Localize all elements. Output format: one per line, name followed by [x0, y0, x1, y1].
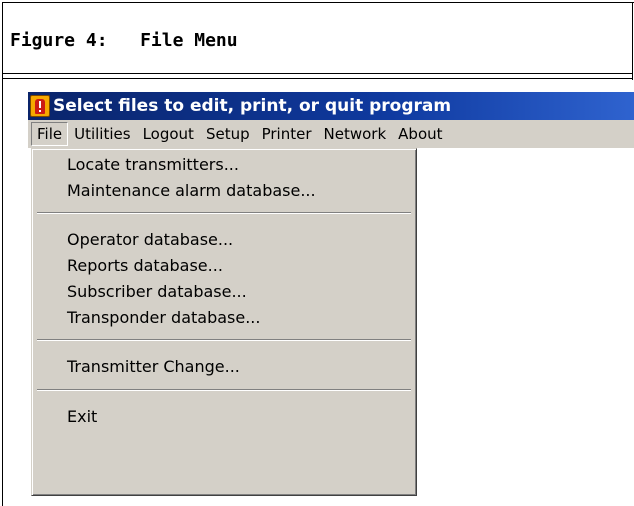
menu-separator [37, 339, 411, 341]
menu-separator [37, 212, 411, 214]
menu-item-locate-transmitters[interactable]: Locate transmitters... [67, 152, 239, 178]
figure-label: Figure 4: [10, 30, 108, 51]
caption-rule [2, 73, 633, 74]
menu-about[interactable]: About [392, 122, 448, 146]
menu-printer[interactable]: Printer [256, 122, 318, 146]
menu-item-exit[interactable]: Exit [67, 404, 97, 430]
figure-title: File Menu [140, 30, 238, 51]
window-titlebar: Select files to edit, print, or quit pro… [28, 92, 634, 120]
figure-caption: Figure 4: File Menu [10, 30, 238, 51]
menu-item-reports-database[interactable]: Reports database... [67, 253, 223, 279]
menu-network[interactable]: Network [318, 122, 393, 146]
menu-item-operator-database[interactable]: Operator database... [67, 227, 233, 253]
menu-logout[interactable]: Logout [137, 122, 200, 146]
menu-file[interactable]: File [31, 122, 69, 146]
menu-setup[interactable]: Setup [200, 122, 256, 146]
menu-bar: File Utilities Logout Setup Printer Netw… [28, 120, 634, 148]
menu-item-subscriber-database[interactable]: Subscriber database... [67, 279, 247, 305]
window-title: Select files to edit, print, or quit pro… [53, 96, 452, 116]
alarm-app-icon[interactable] [30, 95, 50, 117]
menu-item-transmitter-change[interactable]: Transmitter Change... [67, 354, 240, 380]
document-figure-frame: Figure 4: File Menu Select files to edit… [0, 0, 634, 506]
menu-separator [37, 389, 411, 391]
file-menu-dropdown: Locate transmitters... Maintenance alarm… [31, 148, 417, 496]
caption-rule [2, 78, 633, 79]
menu-utilities[interactable]: Utilities [68, 122, 136, 146]
menu-item-transponder-database[interactable]: Transponder database... [67, 305, 260, 331]
application-window: Select files to edit, print, or quit pro… [28, 92, 634, 506]
menu-item-maintenance-alarm-database[interactable]: Maintenance alarm database... [67, 178, 316, 204]
figure-border-top [2, 2, 634, 3]
figure-border-right [632, 2, 633, 80]
